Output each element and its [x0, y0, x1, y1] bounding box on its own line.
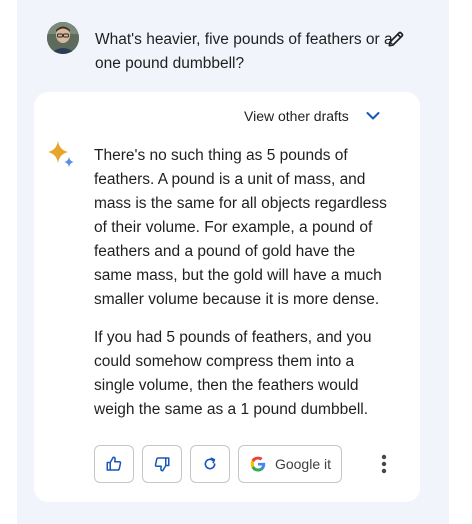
- drafts-label: View other drafts: [244, 108, 349, 124]
- thumbs-down-button[interactable]: [142, 445, 182, 483]
- response-paragraph: If you had 5 pounds of feathers, and you…: [94, 329, 372, 418]
- response-text: There's no such thing as 5 pounds of fea…: [94, 144, 394, 436]
- google-it-button[interactable]: Google it: [238, 445, 342, 483]
- pencil-icon: [388, 31, 404, 47]
- google-g-icon: [250, 456, 266, 472]
- more-vertical-icon: [381, 454, 387, 474]
- regenerate-button[interactable]: [190, 445, 230, 483]
- thumbs-up-icon: [106, 456, 122, 471]
- user-prompt-text: What's heavier, five pounds of feathers …: [95, 31, 393, 72]
- response-card: View other drafts There's no such thing …: [34, 92, 420, 502]
- thumbs-down-icon: [154, 457, 170, 472]
- edit-prompt-button[interactable]: [383, 26, 409, 52]
- user-avatar: [47, 22, 79, 54]
- gemini-sparkle-icon: [46, 140, 76, 170]
- refresh-icon: [204, 457, 216, 470]
- response-paragraph: There's no such thing as 5 pounds of fea…: [94, 147, 387, 308]
- view-other-drafts-button[interactable]: View other drafts: [244, 104, 381, 128]
- thumbs-up-button[interactable]: [94, 445, 134, 483]
- avatar-image: [47, 22, 79, 54]
- user-prompt-row: What's heavier, five pounds of feathers …: [47, 22, 417, 78]
- chevron-down-icon: [365, 108, 381, 124]
- response-actions: Google it: [94, 445, 404, 485]
- more-options-button[interactable]: [372, 449, 396, 479]
- google-it-label: Google it: [274, 456, 332, 472]
